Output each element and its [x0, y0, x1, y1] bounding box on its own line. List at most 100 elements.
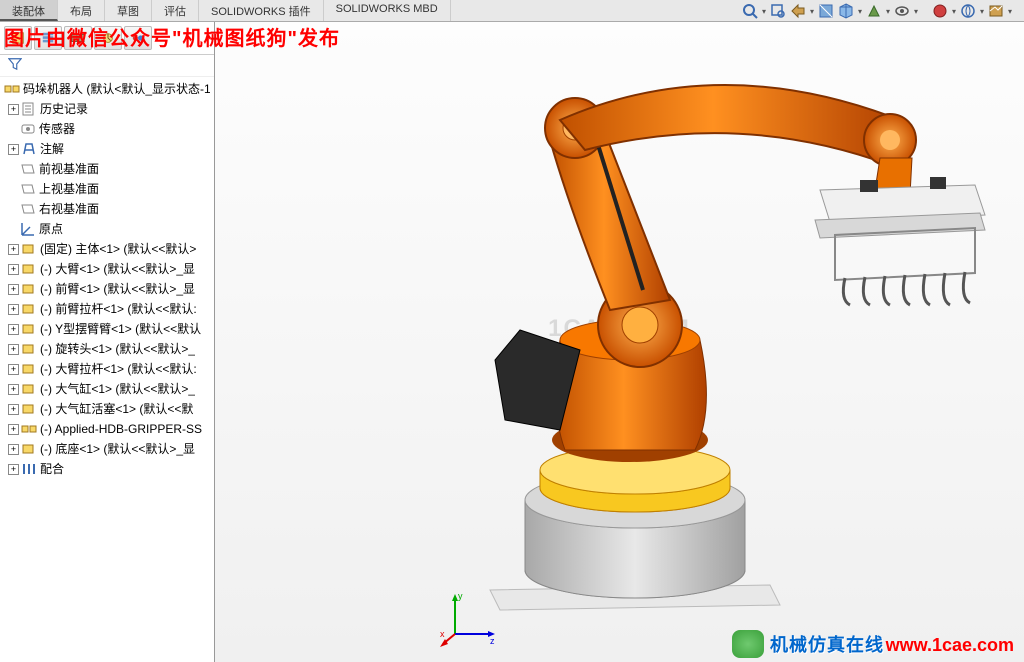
part-icon: [21, 301, 37, 317]
dropdown-icon[interactable]: ▾: [760, 2, 768, 20]
part-icon: [21, 281, 37, 297]
part-icon: [21, 321, 37, 337]
dropdown-icon[interactable]: ▾: [884, 2, 892, 20]
tree-item[interactable]: +(-) 大臂<1> (默认<<默认>_显: [0, 259, 214, 279]
wechat-icon: [732, 630, 764, 658]
tree-filter-icon[interactable]: [0, 55, 214, 77]
part-icon: [21, 361, 37, 377]
feature-tree-panel: 码垛机器人 (默认<默认_显示状态-1 +历史记录 传感器 +注解 前视基准面 …: [0, 22, 215, 662]
tree-label: (-) Y型摆臂臂<1> (默认<<默认: [40, 320, 201, 338]
expand-icon[interactable]: +: [8, 344, 19, 355]
part-icon: [21, 381, 37, 397]
part-icon: [21, 401, 37, 417]
tab-assembly[interactable]: 装配体: [0, 0, 58, 21]
tree-label: (-) Applied-HDB-GRIPPER-SS: [40, 420, 202, 438]
tab-sketch[interactable]: 草图: [105, 0, 152, 21]
tree-root[interactable]: 码垛机器人 (默认<默认_显示状态-1: [0, 79, 214, 99]
expand-icon[interactable]: +: [8, 444, 19, 455]
tab-layout[interactable]: 布局: [58, 0, 105, 21]
dropdown-icon[interactable]: ▾: [856, 2, 864, 20]
tree-label: (-) 旋转头<1> (默认<<默认>_: [40, 340, 195, 358]
expand-icon[interactable]: +: [8, 324, 19, 335]
tree-label: 传感器: [39, 120, 75, 138]
svg-text:x: x: [440, 629, 445, 639]
history-icon: [21, 101, 37, 117]
part-icon: [21, 341, 37, 357]
tab-sw-addins[interactable]: SOLIDWORKS 插件: [199, 0, 324, 21]
tree-item[interactable]: 原点: [0, 219, 214, 239]
dropdown-icon[interactable]: ▾: [912, 2, 920, 20]
graphics-viewport[interactable]: 1CAE.COM: [215, 22, 1024, 662]
tree-label: 历史记录: [40, 100, 88, 118]
part-icon: [21, 441, 37, 457]
tree-item[interactable]: 上视基准面: [0, 179, 214, 199]
dropdown-icon[interactable]: ▾: [808, 2, 816, 20]
display-style-icon[interactable]: [864, 2, 884, 20]
view-orientation-icon[interactable]: [836, 2, 856, 20]
tree-label: 注解: [40, 140, 64, 158]
svg-text:z: z: [490, 636, 495, 646]
orientation-triad[interactable]: y z x: [440, 589, 500, 652]
tree-item[interactable]: + 历史记录: [0, 99, 214, 119]
tree-item[interactable]: + (-) 底座<1> (默认<<默认>_显: [0, 439, 214, 459]
tree-label: (固定) 主体<1> (默认<<默认>: [40, 240, 196, 258]
section-view-icon[interactable]: [816, 2, 836, 20]
tree-root-label: 码垛机器人 (默认<默认_显示状态-1: [23, 80, 210, 98]
tree-item[interactable]: + 注解: [0, 139, 214, 159]
expand-icon[interactable]: +: [8, 424, 19, 435]
expand-icon[interactable]: +: [8, 304, 19, 315]
expand-icon[interactable]: +: [8, 284, 19, 295]
feature-tree: 码垛机器人 (默认<默认_显示状态-1 +历史记录 传感器 +注解 前视基准面 …: [0, 77, 214, 662]
expand-icon[interactable]: +: [8, 244, 19, 255]
expand-icon[interactable]: +: [8, 144, 19, 155]
annotation-icon: [21, 141, 37, 157]
plane-icon: [20, 181, 36, 197]
previous-view-icon[interactable]: [788, 2, 808, 20]
tree-item[interactable]: + (-) 大气缸活塞<1> (默认<<默: [0, 399, 214, 419]
tree-item[interactable]: + (-) Applied-HDB-GRIPPER-SS: [0, 419, 214, 439]
edit-appearance-icon[interactable]: [930, 2, 950, 20]
watermark-chat-text: 机械仿真在线: [770, 631, 884, 657]
hide-show-icon[interactable]: [892, 2, 912, 20]
tab-sw-mbd[interactable]: SOLIDWORKS MBD: [324, 0, 451, 21]
expand-icon[interactable]: +: [8, 264, 19, 275]
tree-item[interactable]: 右视基准面: [0, 199, 214, 219]
apply-scene-icon[interactable]: [958, 2, 978, 20]
tree-item[interactable]: + (-) 前臂<1> (默认<<默认>_显: [0, 279, 214, 299]
tree-item[interactable]: + (-) 前臂拉杆<1> (默认<<默认:: [0, 299, 214, 319]
expand-icon[interactable]: +: [8, 464, 19, 475]
expand-icon[interactable]: +: [8, 384, 19, 395]
tree-label: (-) 底座<1> (默认<<默认>_显: [40, 440, 195, 458]
tree-label: 前视基准面: [39, 160, 99, 178]
expand-icon[interactable]: +: [8, 364, 19, 375]
part-icon: [21, 261, 37, 277]
view-settings-icon[interactable]: [986, 2, 1006, 20]
part-icon: [21, 241, 37, 257]
tree-label: (-) 前臂拉杆<1> (默认<<默认:: [40, 300, 197, 318]
tree-label: (-) 前臂<1> (默认<<默认>_显: [40, 280, 195, 298]
zoom-fit-icon[interactable]: [740, 2, 760, 20]
tree-label: (-) 大气缸活塞<1> (默认<<默: [40, 400, 193, 418]
tree-label: 配合: [40, 460, 64, 478]
tree-item[interactable]: +(-) 大臂拉杆<1> (默认<<默认:: [0, 359, 214, 379]
tree-item[interactable]: 前视基准面: [0, 159, 214, 179]
watermark-bottom-right: www.1cae.com: [886, 635, 1014, 656]
tree-label: 原点: [39, 220, 63, 238]
mates-icon: [21, 461, 37, 477]
tree-item[interactable]: +(-) 大气缸<1> (默认<<默认>_: [0, 379, 214, 399]
expand-icon[interactable]: +: [8, 404, 19, 415]
dropdown-icon[interactable]: ▾: [1006, 2, 1014, 20]
tab-evaluate[interactable]: 评估: [152, 0, 199, 21]
dropdown-icon[interactable]: ▾: [978, 2, 986, 20]
tree-item[interactable]: + (固定) 主体<1> (默认<<默认>: [0, 239, 214, 259]
zoom-area-icon[interactable]: [768, 2, 788, 20]
tree-item[interactable]: 传感器: [0, 119, 214, 139]
expand-icon[interactable]: +: [8, 104, 19, 115]
tree-item[interactable]: + (-) 旋转头<1> (默认<<默认>_: [0, 339, 214, 359]
tree-item[interactable]: + 配合: [0, 459, 214, 479]
dropdown-icon[interactable]: ▾: [950, 2, 958, 20]
tree-item[interactable]: + (-) Y型摆臂臂<1> (默认<<默认: [0, 319, 214, 339]
subassembly-icon: [21, 421, 37, 437]
plane-icon: [20, 161, 36, 177]
plane-icon: [20, 201, 36, 217]
